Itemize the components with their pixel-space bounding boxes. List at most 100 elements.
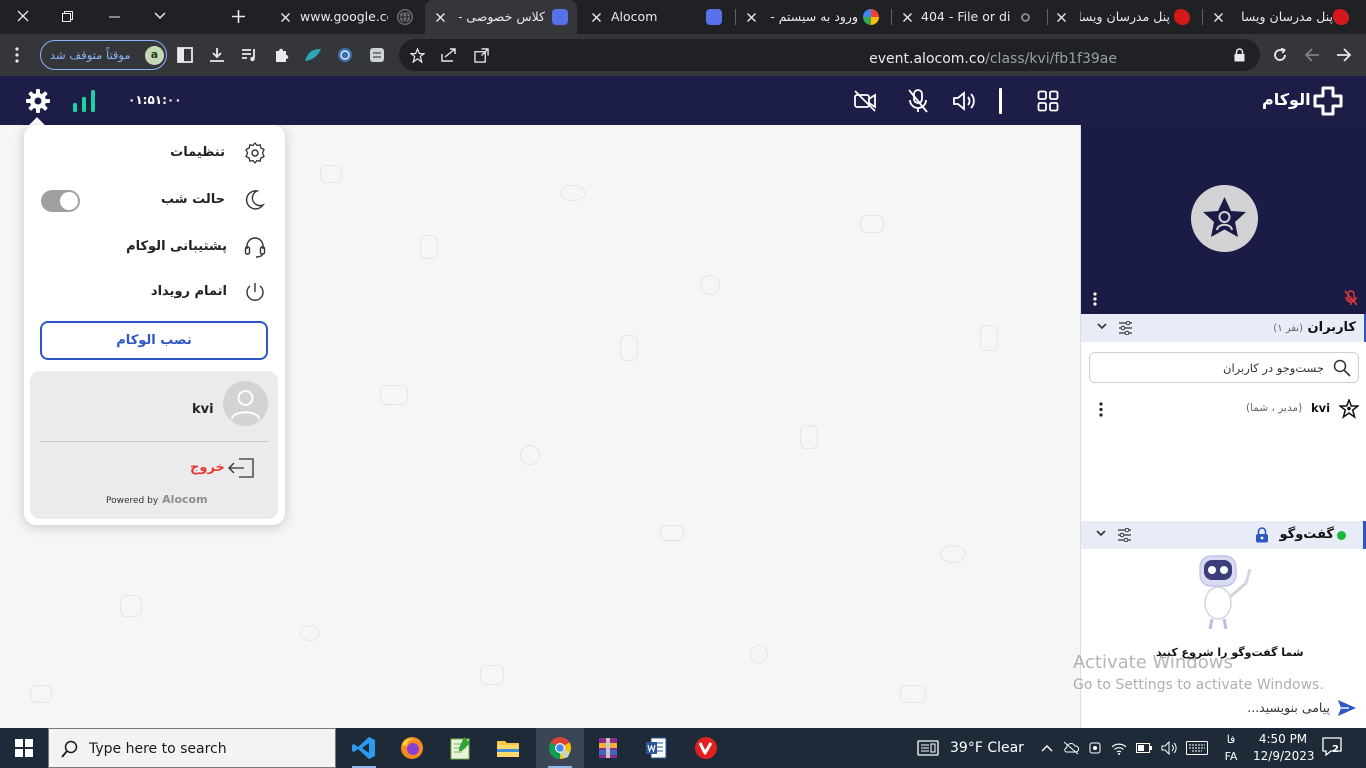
doodle-pattern: [420, 235, 438, 259]
share-icon[interactable]: [436, 42, 462, 68]
send-icon[interactable]: [1337, 698, 1357, 718]
filter-icon[interactable]: [1118, 321, 1133, 335]
profile-status: موقتاً متوقف شد: [50, 48, 131, 62]
chat-message-input[interactable]: [1100, 697, 1330, 717]
activate-windows-title: Activate Windows: [1073, 652, 1233, 673]
download-icon[interactable]: [204, 42, 230, 68]
close-tab-icon[interactable]: [1210, 9, 1226, 25]
doodle-pattern: [980, 325, 998, 351]
chrome-icon[interactable]: [536, 728, 584, 768]
clock[interactable]: 4:50 PM 12/9/2023: [1253, 731, 1315, 765]
profile-paused-button[interactable]: موقتاً متوقف شد a: [40, 40, 167, 70]
vscode-icon[interactable]: [340, 728, 388, 768]
tab-404[interactable]: 404 - File or dire: [894, 0, 1044, 34]
vivaldi-icon[interactable]: [682, 728, 730, 768]
night-mode-toggle[interactable]: [41, 190, 80, 212]
side-panel-icon[interactable]: [172, 42, 198, 68]
menu-item-end-event[interactable]: اتمام رویداد: [24, 277, 285, 307]
touch-keyboard-icon[interactable]: [1186, 741, 1208, 755]
activate-windows-subtitle: Go to Settings to activate Windows.: [1073, 677, 1324, 693]
browser-menu-button[interactable]: [4, 42, 30, 68]
forward-icon[interactable]: [1299, 42, 1325, 68]
powered-by-label: Powered by: [106, 496, 159, 506]
chat-section-header[interactable]: گفت‌وگو: [1081, 521, 1366, 549]
close-tab-icon[interactable]: [588, 9, 604, 25]
tab-login[interactable]: ورود به سیستم -: [738, 0, 888, 34]
minimize-window-button[interactable]: [92, 0, 137, 32]
url-text: event.alocom.co/class/kvi/fb1f39ae: [869, 51, 1117, 67]
install-app-icon[interactable]: [468, 42, 494, 68]
user-search-input[interactable]: [1098, 358, 1324, 378]
speaker-icon[interactable]: [952, 89, 976, 113]
powered-by: Powered by Alocom: [106, 493, 208, 506]
media-control-icon[interactable]: [236, 42, 262, 68]
file-explorer-icon[interactable]: [484, 728, 532, 768]
chevron-down-icon[interactable]: [1096, 530, 1106, 537]
extension-wordpress-icon[interactable]: [332, 42, 358, 68]
headset-icon: [243, 235, 267, 259]
restore-window-button[interactable]: [45, 0, 90, 32]
close-window-button[interactable]: [0, 0, 45, 32]
bookmark-star-icon[interactable]: [404, 42, 430, 68]
address-bar[interactable]: event.alocom.co/class/kvi/fb1f39ae: [399, 39, 1260, 71]
close-tab-icon[interactable]: [899, 9, 915, 25]
tab-google[interactable]: www.google.com: [272, 0, 422, 34]
start-button[interactable]: [0, 728, 48, 768]
user-options-icon[interactable]: [1099, 402, 1103, 417]
language-code: FA: [1224, 750, 1238, 763]
extension-leaf-icon[interactable]: [300, 42, 326, 68]
layout-grid-icon[interactable]: [1036, 89, 1060, 113]
install-alocom-button[interactable]: نصب الوکام: [40, 321, 268, 360]
logout-button[interactable]: خروج: [180, 453, 270, 483]
tab-visa-panel[interactable]: پنل مدرسان ویسا: [1050, 0, 1200, 34]
chevron-down-icon[interactable]: [1097, 323, 1107, 330]
side-panel: (۱ نفر) کاربران: [1080, 125, 1366, 728]
menu-item-label: حالت شب: [161, 192, 225, 207]
extensions-icon[interactable]: [268, 42, 294, 68]
extension-vpn-icon[interactable]: [364, 42, 390, 68]
wifi-icon[interactable]: [1111, 742, 1127, 755]
tab-visa-panel[interactable]: پنل مدرسان ویسا: [1205, 0, 1366, 34]
winrar-icon[interactable]: [584, 728, 632, 768]
notepad-plus-icon[interactable]: [436, 728, 484, 768]
volume-icon[interactable]: [1161, 741, 1177, 755]
cloud-off-icon[interactable]: [1063, 741, 1079, 755]
filter-icon[interactable]: [1117, 528, 1132, 542]
webcam-icon[interactable]: [1088, 741, 1102, 755]
chevron-up-icon[interactable]: [1041, 744, 1053, 752]
participant-avatar: [1191, 185, 1258, 252]
mic-off-icon[interactable]: [906, 88, 930, 114]
back-icon[interactable]: [1331, 42, 1357, 68]
taskbar-search[interactable]: Type here to search: [48, 728, 336, 768]
language-indicator[interactable]: فا FA: [1220, 731, 1242, 765]
camera-off-icon[interactable]: [853, 89, 877, 113]
users-section-header[interactable]: (۱ نفر) کاربران: [1081, 314, 1366, 342]
new-tab-button[interactable]: [216, 0, 261, 32]
user-name: kvi: [1311, 401, 1331, 415]
doodle-pattern: [660, 525, 684, 541]
logout-label: خروج: [190, 460, 225, 475]
menu-item-settings[interactable]: تنظیمات: [24, 138, 285, 168]
close-tab-icon[interactable]: [743, 9, 759, 25]
reload-icon[interactable]: [1267, 42, 1293, 68]
weather-widget[interactable]: 39°F Clear: [917, 728, 1024, 768]
menu-item-support[interactable]: پشتیبانی الوکام: [24, 232, 285, 262]
lock-icon[interactable]: [1226, 42, 1252, 68]
tab-title: Alocom: [611, 10, 658, 24]
video-options-icon[interactable]: [1093, 292, 1101, 308]
tab-search-button[interactable]: [137, 0, 182, 32]
doodle-pattern: [620, 335, 638, 361]
battery-icon[interactable]: [1136, 743, 1152, 753]
tab-title: 404 - File or dire: [921, 10, 1011, 24]
word-icon[interactable]: [632, 728, 680, 768]
tab-alocom[interactable]: Alocom: [580, 0, 730, 34]
tab-private-class[interactable]: کلاس خصوصی -: [425, 0, 577, 34]
gear-icon[interactable]: [24, 87, 52, 115]
firefox-icon[interactable]: [388, 728, 436, 768]
close-tab-icon[interactable]: [1053, 9, 1069, 25]
language-fa: فا: [1226, 733, 1236, 746]
notification-center-button[interactable]: 2: [1322, 737, 1348, 759]
tab-title: www.google.com: [300, 10, 388, 24]
close-tab-icon[interactable]: [432, 9, 448, 25]
close-tab-icon[interactable]: [277, 9, 293, 25]
